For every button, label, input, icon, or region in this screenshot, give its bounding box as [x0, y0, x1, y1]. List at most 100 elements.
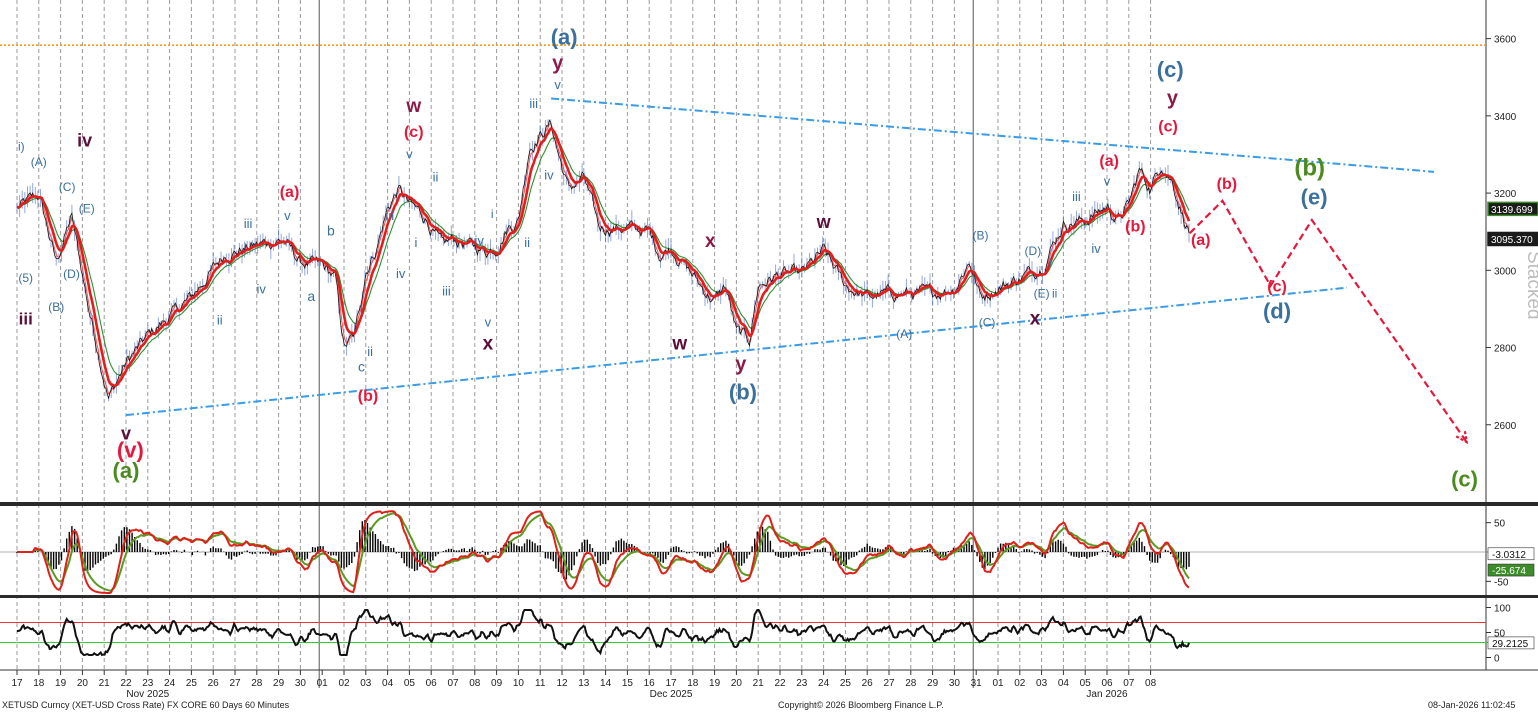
x-tick-label: 18: [687, 678, 699, 689]
x-tick-label: 19: [709, 678, 721, 689]
oscillator-2-axis: 100500: [1486, 604, 1511, 665]
x-tick-label: 08: [469, 678, 481, 689]
wave-label: (c): [404, 124, 424, 141]
x-tick-label: 03: [1036, 678, 1048, 689]
wave-label: y: [1167, 87, 1179, 109]
price-tag-label: 3139.699: [1491, 205, 1533, 216]
price-tag-label: 3095.370: [1491, 235, 1533, 246]
x-tick-label: 10: [513, 678, 525, 689]
y-tick-label: 3600: [1494, 35, 1517, 46]
footer-copyright: Copyright© 2026 Bloomberg Finance L.P.: [778, 700, 944, 710]
wave-label: (A): [31, 155, 47, 169]
wave-label: iii: [529, 96, 538, 111]
x-month-label: Dec 2025: [650, 689, 693, 700]
wave-label: (c): [1267, 279, 1287, 296]
y-tick-label: 0: [1494, 654, 1500, 665]
x-tick-label: 25: [840, 678, 852, 689]
price-tag: 3095.370: [1487, 231, 1538, 247]
x-tick-label: 23: [796, 678, 808, 689]
x-tick-label: 14: [600, 678, 612, 689]
x-tick-label: 30: [949, 678, 961, 689]
wave-label: ii: [217, 312, 223, 327]
x-tick-label: 22: [774, 678, 786, 689]
x-tick-label: 19: [55, 678, 67, 689]
wave-label: b: [327, 223, 335, 239]
wave-label: (a): [1099, 153, 1119, 170]
x-tick-label: 16: [644, 678, 656, 689]
wave-label: (E): [79, 201, 95, 215]
wave-label: v: [485, 314, 492, 329]
wave-label: (a): [1191, 232, 1211, 249]
price-tag: 3139.699: [1487, 201, 1538, 217]
wave-label: (b): [1217, 176, 1237, 193]
wave-label: (a): [551, 24, 578, 49]
wave-label: v: [1104, 173, 1111, 188]
wave-label: (E): [1034, 286, 1050, 300]
x-tick-label: 26: [862, 678, 874, 689]
x-tick-label: 06: [426, 678, 438, 689]
price-chart: 2600 2800 3000 3200 3400 3600 / Stacked 3139.69…: [0, 0, 1538, 700]
y-tick-label: -50: [1494, 577, 1509, 588]
x-tick-label: 12: [556, 678, 568, 689]
wave-label: iv: [77, 131, 92, 151]
x-tick-label: 22: [120, 678, 132, 689]
oscillator-2-tag: 29.2125: [1487, 636, 1535, 650]
wave-label: ii: [524, 235, 530, 250]
x-tick-label: 21: [753, 678, 765, 689]
moving-average-fast: [16, 127, 1191, 388]
x-tick-label: 11: [535, 678, 546, 689]
wave-label: v: [121, 423, 131, 443]
wave-label: c: [358, 358, 365, 374]
wave-label: i): [18, 140, 25, 154]
x-tick-label: 27: [229, 678, 241, 689]
wave-label: iv: [474, 233, 484, 248]
y-tick-label: 3400: [1494, 112, 1517, 123]
moving-average-mid: [16, 122, 1190, 395]
x-tick-label: 20: [77, 678, 89, 689]
x-tick-label: 17: [11, 678, 23, 689]
wave-label: (c): [1451, 467, 1478, 492]
wave-label: (a): [280, 184, 300, 201]
wave-label: (D): [63, 267, 80, 281]
x-tick-label: 26: [208, 678, 220, 689]
wave-label: x: [1030, 308, 1041, 329]
wave-label: (c): [1157, 57, 1184, 82]
x-tick-label: 17: [665, 678, 677, 689]
x-tick-label: 15: [622, 678, 634, 689]
x-tick-label: 07: [447, 678, 459, 689]
x-tick-label: 28: [251, 678, 263, 689]
wave-label: (b): [358, 388, 378, 405]
wave-label: iv: [396, 266, 406, 281]
y-tick-label: 2800: [1494, 344, 1517, 355]
footer-timestamp: 08-Jan-2026 11:02:45: [1428, 700, 1516, 710]
x-axis: 17 18 19 20 21 22 23 24 25 26 27 28 29 30 01 02 03 04 05 06…: [11, 670, 1157, 700]
x-tick-label: 27: [883, 678, 895, 689]
x-tick-label: 02: [1014, 678, 1026, 689]
wave-label: v: [284, 208, 291, 223]
wave-label: ii: [433, 169, 439, 184]
wave-label: (A): [896, 327, 912, 341]
oscillator-1-tag: -3.0312: [1487, 547, 1535, 561]
wave-label: (B): [973, 228, 989, 242]
wave-label: i: [1049, 255, 1052, 269]
wave-label: (c): [1158, 118, 1178, 135]
wave-label: x: [483, 333, 494, 354]
y-tick-label: 3000: [1494, 266, 1517, 277]
moving-average-slow: [16, 137, 1190, 376]
x-tick-label: 23: [142, 678, 154, 689]
tag-label: -25.674: [1492, 566, 1526, 577]
wave-label: w: [816, 212, 832, 232]
wave-label: iv: [544, 168, 554, 183]
x-tick-label: 20: [731, 678, 743, 689]
x-tick-label: 01: [992, 678, 1004, 689]
wave-label: iv: [256, 281, 266, 296]
wave-label: (D): [1025, 244, 1042, 258]
wave-label: (d): [1263, 299, 1291, 324]
projected-wave-path: [1189, 199, 1468, 443]
x-tick-label: 28: [905, 678, 917, 689]
panel-separator-2: [0, 595, 1538, 598]
wave-label: iv: [1091, 241, 1101, 256]
x-tick-label: 25: [186, 678, 198, 689]
oscillator-2-line: [17, 609, 1190, 657]
x-tick-label: 13: [578, 678, 590, 689]
